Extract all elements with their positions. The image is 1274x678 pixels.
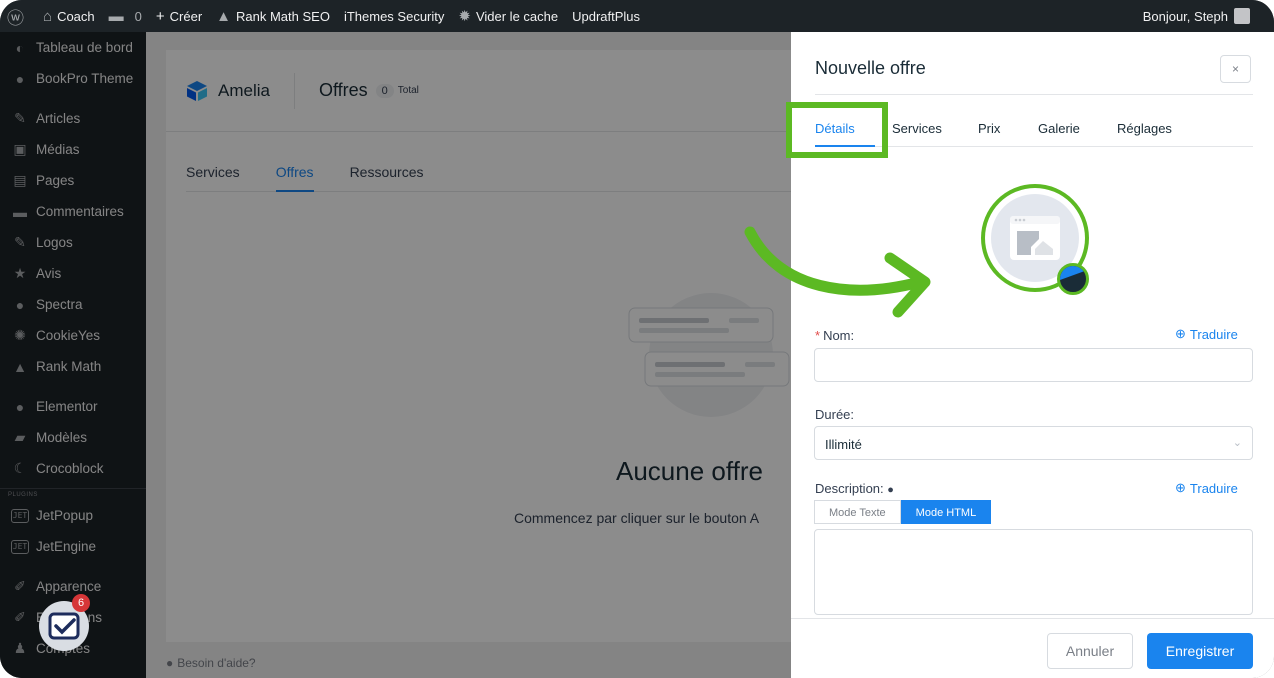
tab-highlight [786,102,888,158]
screen: ⓦ ⌂ Coach ▬ 0 + Créer ▲ Rank Math SEO iTheme… [0,0,1274,678]
rank-math-link[interactable]: ▲ Rank Math SEO [209,0,337,32]
globe-icon: ⊕ [1175,480,1186,495]
site-name-link[interactable]: ⌂ Coach [36,0,102,32]
description-label: Description: ● [815,481,894,496]
rankmath-icon: ▲ [216,7,232,25]
globe-icon: ⊕ [1175,326,1186,341]
image-upload[interactable] [981,184,1089,295]
cancel-button[interactable]: Annuler [1047,633,1133,669]
wordpress-logo-icon[interactable]: ⓦ [0,0,36,32]
create-link[interactable]: + Créer [149,0,209,32]
name-input[interactable] [814,348,1253,382]
updraft-link[interactable]: UpdraftPlus [565,0,647,32]
modal-overlay[interactable] [0,32,791,678]
account-menu[interactable]: Bonjour, Steph [1143,8,1274,24]
cache-link[interactable]: ✹ Vider le cache [451,0,565,32]
drawer-footer: Annuler Enregistrer [791,618,1274,678]
cache-icon: ✹ [458,8,471,25]
save-button[interactable]: Enregistrer [1147,633,1253,669]
chevron-down-icon: ⌄ [1232,437,1242,449]
duration-label: Durée: [815,407,855,422]
mode-text-tab[interactable]: Mode Texte [814,500,901,524]
comment-icon: ▬ [108,7,124,25]
close-button[interactable]: × [1220,55,1251,83]
upload-badge-icon[interactable] [1057,263,1089,295]
tab-prix[interactable]: Prix [978,121,1024,147]
mode-html-tab[interactable]: Mode HTML [900,500,992,524]
checklist-widget[interactable]: 6 [38,594,90,652]
name-label: * Nom: [815,328,855,343]
description-textarea[interactable] [814,529,1253,615]
notification-badge: 6 [72,594,90,612]
help-icon: ● [887,484,894,496]
drawer-title: Nouvelle offre [815,58,926,78]
close-icon: × [1231,62,1239,76]
home-icon: ⌂ [43,7,53,25]
tab-galerie[interactable]: Galerie [1038,121,1104,147]
comments-link[interactable]: ▬ 0 [102,0,149,32]
avatar [1234,8,1250,24]
tab-reglages[interactable]: Réglages [1117,121,1187,147]
editor-mode-tabs: Mode Texte Mode HTML [814,500,992,524]
translate-name-link[interactable]: ⊕ Traduire [1175,326,1238,342]
pointer-arrow-icon [744,226,931,318]
duration-select[interactable]: Illimité ⌄ [814,426,1253,460]
admin-bar: ⓦ ⌂ Coach ▬ 0 + Créer ▲ Rank Math SEO iTheme… [0,0,1274,32]
image-placeholder-icon [1010,216,1060,260]
security-link[interactable]: iThemes Security [337,0,451,32]
plus-icon: + [155,7,165,25]
translate-description-link[interactable]: ⊕ Traduire [1175,480,1238,496]
divider [815,94,1253,95]
tab-services[interactable]: Services [892,121,962,147]
